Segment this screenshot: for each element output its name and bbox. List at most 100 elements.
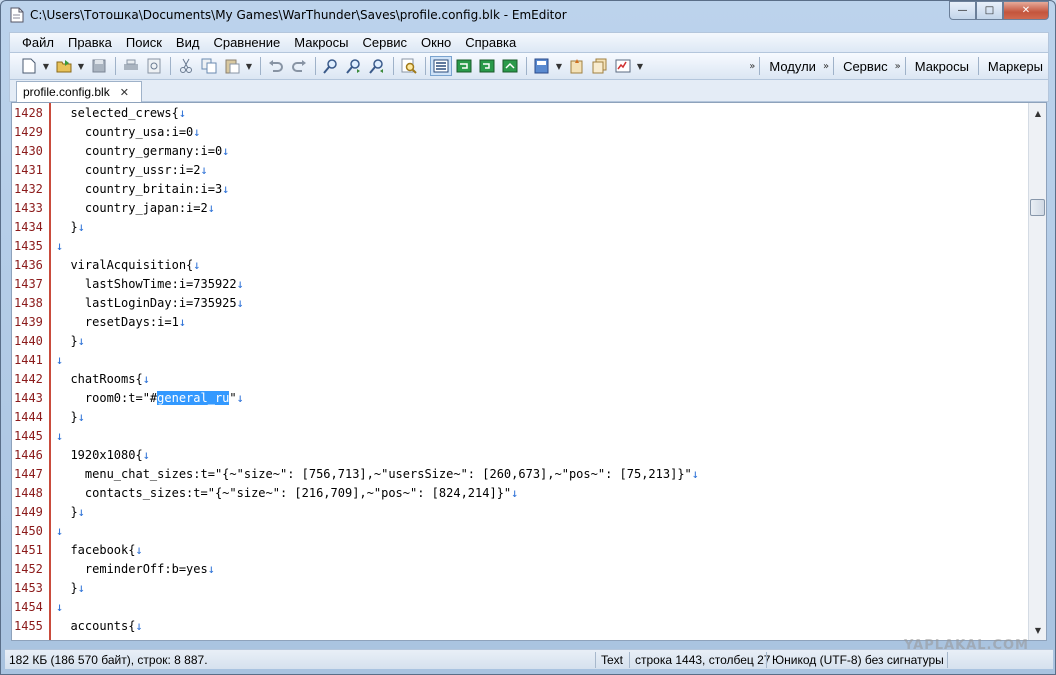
plugins-dropdown[interactable]: ▼ [635,62,645,71]
configuration-button[interactable] [531,56,553,76]
toolbar-overflow-chevron[interactable]: » [749,61,755,72]
new-file-dropdown[interactable]: ▼ [41,62,51,71]
configuration-dropdown[interactable]: ▼ [554,62,564,71]
menu-search[interactable]: Поиск [126,35,162,50]
menu-help[interactable]: Справка [465,35,516,50]
wrap-by-page-button[interactable] [476,56,498,76]
editor-line[interactable]: 1439 resetDays:i=1↓ [12,313,1027,332]
title-bar[interactable]: C:\Users\Тотошка\Documents\My Games\WarT… [1,1,1055,29]
open-dropdown[interactable]: ▼ [76,62,86,71]
editor-line[interactable]: 1434 }↓ [12,218,1027,237]
menu-view[interactable]: Вид [176,35,200,50]
editor-line[interactable]: 1436 viralAcquisition{↓ [12,256,1027,275]
editor-line[interactable]: 1441 ↓ [12,351,1027,370]
menu-compare[interactable]: Сравнение [213,35,280,50]
toolbar-tools-label[interactable]: Сервис [838,59,893,74]
maximize-button[interactable]: □ [976,1,1003,20]
editor-line[interactable]: 1444 }↓ [12,408,1027,427]
line-end-arrow-icon: ↓ [77,410,85,424]
editor-line[interactable]: 1450 ↓ [12,522,1027,541]
line-content: accounts{ [56,619,136,633]
status-encoding[interactable]: Юникод (UTF-8) без сигнатуры [772,653,944,667]
line-content: } [56,410,78,424]
menu-window[interactable]: Окно [421,35,451,50]
scrollbar-thumb[interactable] [1030,199,1045,216]
editor-line[interactable]: 1440 }↓ [12,332,1027,351]
close-button[interactable]: ✕ [1003,1,1049,20]
toolbar-plugins-label[interactable]: Модули [764,59,821,74]
line-content: resetDays:i=1 [56,315,179,329]
text-editor[interactable]: 1428 selected_crews{↓ 1429 country_usa:i=… [11,102,1047,641]
editor-line[interactable]: 1452 reminderOff:b=yes↓ [12,560,1027,579]
editor-line[interactable]: 1445 ↓ [12,427,1027,446]
editor-line[interactable]: 1442 chatRooms{↓ [12,370,1027,389]
line-end-arrow-icon: ↓ [56,524,64,538]
find-previous-button[interactable] [366,56,388,76]
undo-button[interactable] [265,56,287,76]
wrap-by-window-button[interactable] [499,56,521,76]
scroll-up-arrow-icon[interactable]: ▲ [1029,105,1046,121]
line-text: selected_crews{↓ [56,104,186,123]
vertical-scrollbar[interactable]: ▲ ▼ [1028,103,1046,640]
line-end-arrow-icon: ↓ [56,239,64,253]
editor-line[interactable]: 1453 }↓ [12,579,1027,598]
find-button[interactable] [320,56,342,76]
editor-line[interactable]: 1428 selected_crews{↓ [12,104,1027,123]
editor-line[interactable]: 1443 room0:t="#general_ru"↓ [12,389,1027,408]
editor-line[interactable]: 1432 country_britain:i=3↓ [12,180,1027,199]
editor-line[interactable]: 1430 country_germany:i=0↓ [12,142,1027,161]
wrap-by-chars-button[interactable] [453,56,475,76]
redo-button[interactable] [288,56,310,76]
copy-button[interactable] [198,56,220,76]
editor-line[interactable]: 1455 accounts{↓ [12,617,1027,636]
minimize-button[interactable]: — [949,1,976,20]
status-mode[interactable]: Text [601,653,623,667]
editor-line[interactable]: 1448 contacts_sizes:t="{~"size~": [216,7… [12,484,1027,503]
cut-button[interactable] [175,56,197,76]
wrap-none-button[interactable] [430,56,452,76]
wrap-chars-icon [456,59,472,73]
editor-line[interactable]: 1429 country_usa:i=0↓ [12,123,1027,142]
print-button[interactable] [120,56,142,76]
editor-line[interactable]: 1447 menu_chat_sizes:t="{~"size~": [756,… [12,465,1027,484]
paste-button[interactable] [221,56,243,76]
tab-close-icon[interactable]: ✕ [120,86,129,99]
editor-line[interactable]: 1451 facebook{↓ [12,541,1027,560]
status-separator [947,652,948,668]
editor-line[interactable]: 1446 1920x1080{↓ [12,446,1027,465]
menu-edit[interactable]: Правка [68,35,112,50]
paste-dropdown[interactable]: ▼ [244,62,254,71]
editor-line[interactable]: 1449 }↓ [12,503,1027,522]
customize-button[interactable] [589,56,611,76]
save-button[interactable] [88,56,110,76]
menu-file[interactable]: Файл [22,35,54,50]
line-number: 1442 [14,372,43,386]
editor-line[interactable]: 1433 country_japan:i=2↓ [12,199,1027,218]
menu-macros[interactable]: Макросы [294,35,348,50]
toolbar-overflow-chevron[interactable]: » [895,61,901,72]
line-text: }↓ [56,579,84,598]
menu-tools[interactable]: Сервис [363,35,408,50]
open-button[interactable] [53,56,75,76]
toolbar-macros-label[interactable]: Макросы [910,59,974,74]
editor-line[interactable]: 1435 ↓ [12,237,1027,256]
editor-line[interactable]: 1438 lastLoginDay:i=735925↓ [12,294,1027,313]
status-position[interactable]: строка 1443, столбец 27 [635,653,770,667]
toolbar-overflow-chevron[interactable]: » [823,61,829,72]
scroll-down-arrow-icon[interactable]: ▼ [1029,622,1046,638]
line-text: }↓ [56,503,84,522]
properties-button[interactable] [566,56,588,76]
tab-strip: profile.config.blk ✕ [9,80,1049,102]
find-in-files-button[interactable] [398,56,420,76]
tab-profile-config[interactable]: profile.config.blk ✕ [16,81,142,102]
editor-line[interactable]: 1431 country_ussr:i=2↓ [12,161,1027,180]
new-file-button[interactable] [18,56,40,76]
toolbar-markers-label[interactable]: Маркеры [983,59,1048,74]
find-next-button[interactable] [343,56,365,76]
print-preview-button[interactable] [143,56,165,76]
plugins-button[interactable] [612,56,634,76]
line-content: lastShowTime:i=735922 [56,277,237,291]
line-text: country_germany:i=0↓ [56,142,230,161]
editor-line[interactable]: 1454 ↓ [12,598,1027,617]
editor-line[interactable]: 1437 lastShowTime:i=735922↓ [12,275,1027,294]
